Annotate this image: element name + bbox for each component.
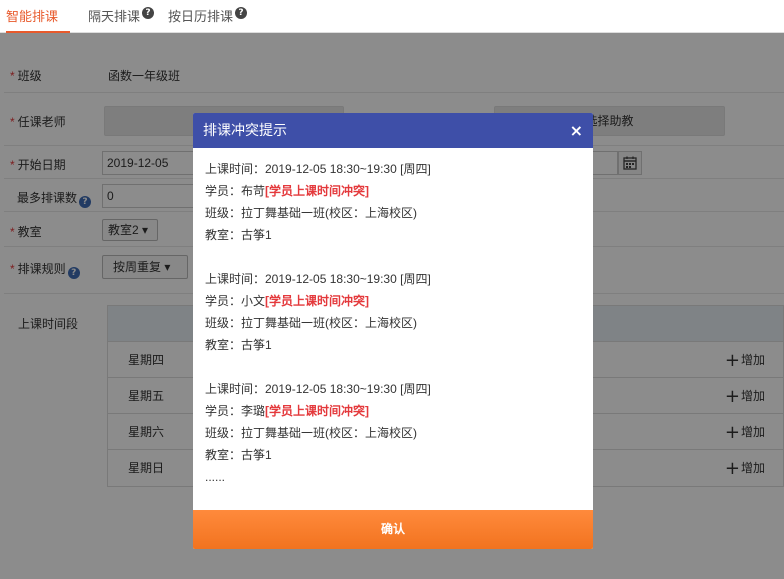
dialog-header: 排课冲突提示 × <box>193 113 593 148</box>
conflict-time: 上课时间：2019-12-05 18:30~19:30 [周四] <box>205 272 431 286</box>
conflict-class: 班级：拉丁舞基础一班(校区：上海校区) <box>205 206 417 220</box>
tab-calendar-schedule[interactable]: 按日历排课? <box>168 0 248 33</box>
confirm-button[interactable]: 确认 <box>193 510 593 549</box>
tab-label: 按日历排课 <box>168 9 234 24</box>
tab-label: 隔天排课 <box>88 9 141 24</box>
more-ellipsis: ...... <box>205 470 226 484</box>
dialog-title: 排课冲突提示 <box>203 122 287 138</box>
help-icon[interactable]: ? <box>142 7 155 19</box>
conflict-time: 上课时间：2019-12-05 18:30~19:30 [周四] <box>205 162 431 176</box>
conflict-room: 教室：古筝1 <box>205 338 272 352</box>
conflict-dialog: 排课冲突提示 × 上课时间：2019-12-05 18:30~19:30 [周四… <box>193 113 593 549</box>
conflict-room: 教室：古筝1 <box>205 228 272 242</box>
tab-bar: 智能排课 隔天排课? 按日历排课? <box>0 0 784 33</box>
conflict-flag: [学员上课时间冲突] <box>265 294 370 308</box>
help-icon[interactable]: ? <box>235 7 248 19</box>
dialog-body: 上课时间：2019-12-05 18:30~19:30 [周四] 学员：布苛[学… <box>193 148 593 510</box>
conflict-item: 上课时间：2019-12-05 18:30~19:30 [周四] 学员：布苛[学… <box>205 158 581 246</box>
conflict-student: 学员：李璐[学员上课时间冲突] <box>205 400 581 422</box>
conflict-item: 上课时间：2019-12-05 18:30~19:30 [周四] 学员：李璐[学… <box>205 378 581 466</box>
conflict-student: 学员：小文[学员上课时间冲突] <box>205 290 581 312</box>
conflict-flag: [学员上课时间冲突] <box>265 404 370 418</box>
conflict-time: 上课时间：2019-12-05 18:30~19:30 [周四] <box>205 382 431 396</box>
student-name: 学员：小文 <box>205 294 266 308</box>
close-icon[interactable]: × <box>570 113 583 148</box>
student-name: 学员：李璐 <box>205 404 266 418</box>
conflict-student: 学员：布苛[学员上课时间冲突] <box>205 180 581 202</box>
student-name: 学员：布苛 <box>205 184 266 198</box>
conflict-flag: [学员上课时间冲突] <box>265 184 370 198</box>
tab-smart-schedule[interactable]: 智能排课 <box>6 0 70 33</box>
tab-label: 智能排课 <box>6 9 59 24</box>
conflict-room: 教室：古筝1 <box>205 448 272 462</box>
conflict-item: 上课时间：2019-12-05 18:30~19:30 [周四] 学员：小文[学… <box>205 268 581 356</box>
tab-alternate-day-schedule[interactable]: 隔天排课? <box>88 0 155 33</box>
conflict-class: 班级：拉丁舞基础一班(校区：上海校区) <box>205 316 417 330</box>
conflict-class: 班级：拉丁舞基础一班(校区：上海校区) <box>205 426 417 440</box>
